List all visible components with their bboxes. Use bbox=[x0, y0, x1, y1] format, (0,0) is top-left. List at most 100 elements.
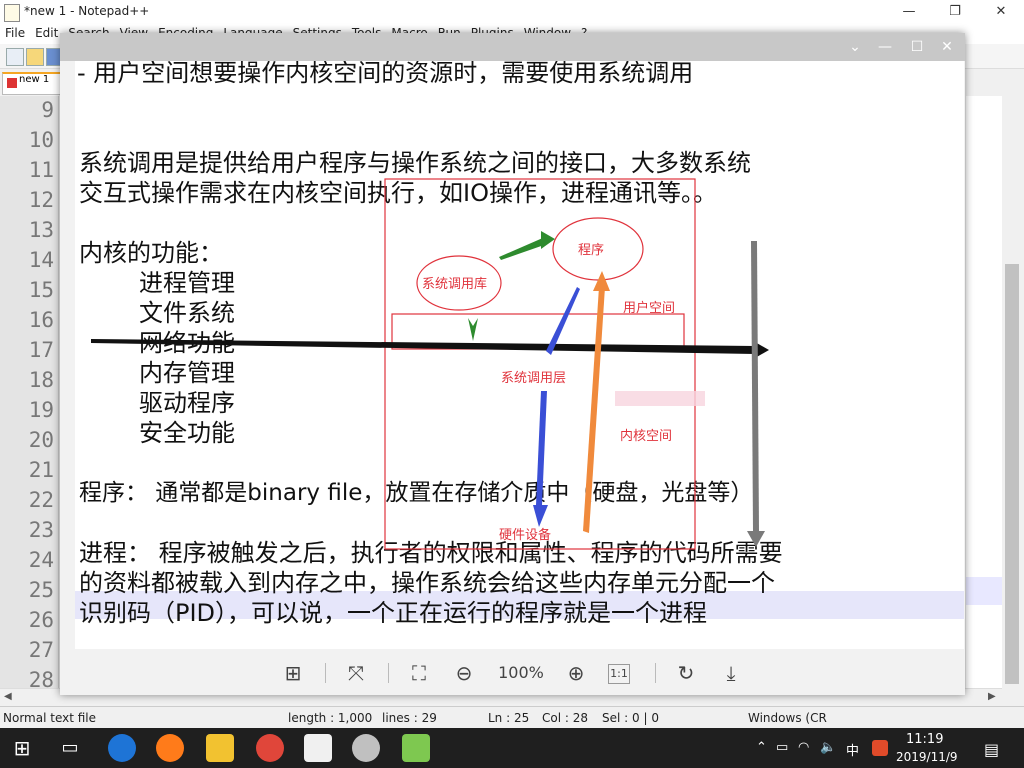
minimize-button[interactable]: — bbox=[886, 2, 932, 22]
status-ln: Ln : 25 bbox=[488, 711, 530, 725]
viewer-titlebar: ⌄ — ☐ ✕ bbox=[60, 33, 965, 61]
gray-arrow-down bbox=[751, 241, 759, 531]
status-sel: Sel : 0 | 0 bbox=[602, 711, 659, 725]
collapse-button[interactable]: ⌄ bbox=[842, 37, 868, 57]
line-number: 23 bbox=[28, 518, 54, 542]
status-bar: Normal text file length : 1,000 lines : … bbox=[0, 706, 1024, 729]
line-number: 13 bbox=[28, 218, 54, 242]
orange-arrow-up bbox=[583, 287, 605, 533]
line-number-gutter: 9 10 11 12 13 14 15 16 17 18 19 20 21 22… bbox=[0, 96, 59, 688]
separator bbox=[388, 663, 389, 683]
scroll-right-icon[interactable]: ▶ bbox=[988, 691, 996, 702]
firefox-icon[interactable] bbox=[156, 734, 184, 762]
line-number: 16 bbox=[28, 308, 54, 332]
black-horizontal-arrow bbox=[91, 339, 755, 354]
line-number: 27 bbox=[28, 638, 54, 662]
gray-arrowhead bbox=[747, 531, 765, 547]
edge-icon[interactable] bbox=[108, 734, 136, 762]
actual-size-icon[interactable]: ⛶ bbox=[405, 661, 433, 685]
green-arrow-down bbox=[468, 318, 478, 341]
screenshot-image: - 用户空间想要操作内核空间的资源时，需要使用系统调用 系统调用是提供给用户程序… bbox=[75, 61, 964, 649]
notepadpp-app-icon bbox=[4, 4, 20, 22]
close-button[interactable]: ✕ bbox=[978, 2, 1024, 22]
line-number: 24 bbox=[28, 548, 54, 572]
blue-arrow-down bbox=[536, 391, 547, 505]
blurred-area bbox=[615, 391, 705, 406]
image-viewer-app-icon[interactable] bbox=[304, 734, 332, 762]
line-number: 14 bbox=[28, 248, 54, 272]
scroll-left-icon[interactable]: ◀ bbox=[4, 691, 12, 702]
image-viewer-window: ⌄ — ☐ ✕ - 用户空间想要操作内核空间的资源时，需要使用系统调用 系统调用… bbox=[60, 33, 965, 695]
separator bbox=[655, 663, 656, 683]
notification-icon[interactable]: ▤ bbox=[984, 740, 999, 759]
line-number: 19 bbox=[28, 398, 54, 422]
viewer-toolbar: ⊞ ⤧ ⛶ ⊖ 100% ⊕ 1:1 ↻ ⤓ bbox=[60, 649, 965, 695]
task-view-icon[interactable]: ▭ bbox=[56, 734, 84, 762]
menu-edit[interactable]: Edit bbox=[30, 24, 63, 42]
line-number: 18 bbox=[28, 368, 54, 392]
separator bbox=[325, 663, 326, 683]
orange-arrowhead bbox=[593, 271, 610, 291]
volume-icon[interactable]: 🔈 bbox=[820, 740, 836, 755]
line-number: 11 bbox=[28, 158, 54, 182]
fit-window-icon[interactable]: ⤧ bbox=[342, 661, 370, 685]
notepadpp-titlebar: *new 1 - Notepad++ — ❐ ✕ bbox=[0, 0, 1024, 24]
tab-modified-icon bbox=[7, 78, 17, 88]
menu-file[interactable]: File bbox=[0, 24, 30, 42]
status-col: Col : 28 bbox=[542, 711, 588, 725]
viewer-minimize-button[interactable]: — bbox=[872, 37, 898, 57]
zoom-out-icon[interactable]: ⊖ bbox=[450, 661, 478, 685]
viewer-maximize-button[interactable]: ☐ bbox=[904, 37, 930, 57]
status-lines: lines : 29 bbox=[382, 711, 437, 725]
label-user-space: 用户空间 bbox=[623, 301, 676, 316]
line-number: 12 bbox=[28, 188, 54, 212]
line-number: 26 bbox=[28, 608, 54, 632]
disc-app-icon[interactable] bbox=[352, 734, 380, 762]
network-icon[interactable]: ▭ bbox=[776, 740, 788, 755]
current-line-highlight bbox=[966, 577, 1002, 605]
taskbar: ⊞ ▭ ⌃ ▭ ◠ 🔈 中 11:19 2019/11/9 ▤ bbox=[0, 728, 1024, 768]
tray-arrow-icon[interactable]: ⌃ bbox=[756, 740, 767, 755]
start-button-icon[interactable]: ⊞ bbox=[8, 734, 36, 762]
rotate-icon[interactable]: ↻ bbox=[672, 661, 700, 685]
zoom-level: 100% bbox=[498, 663, 544, 682]
label-syscall-layer: 系统调用层 bbox=[501, 371, 567, 386]
annotation-layer bbox=[91, 178, 769, 550]
label-syscall-lib: 系统调用库 bbox=[422, 277, 488, 292]
new-file-icon[interactable] bbox=[6, 48, 24, 66]
tab-new-1[interactable]: new 1 bbox=[2, 72, 64, 95]
status-eol: Windows (CR bbox=[748, 711, 827, 725]
wifi-icon[interactable]: ◠ bbox=[798, 740, 809, 755]
file-explorer-icon[interactable] bbox=[206, 734, 234, 762]
clock-time[interactable]: 11:19 bbox=[906, 732, 943, 747]
label-kernel-space: 内核空间 bbox=[620, 429, 673, 444]
ime-indicator[interactable]: 中 bbox=[846, 740, 859, 759]
sogou-icon[interactable] bbox=[872, 740, 888, 756]
label-hardware: 硬件设备 bbox=[499, 528, 552, 543]
vertical-scrollbar[interactable] bbox=[1002, 96, 1022, 688]
viewer-close-button[interactable]: ✕ bbox=[934, 37, 960, 57]
line-number: 21 bbox=[28, 458, 54, 482]
line-number: 15 bbox=[28, 278, 54, 302]
clock-date[interactable]: 2019/11/9 bbox=[896, 750, 958, 764]
download-icon[interactable]: ⤓ bbox=[717, 661, 745, 685]
line-number: 28 bbox=[28, 668, 54, 688]
tab-label: new 1 bbox=[19, 74, 50, 85]
line-number: 10 bbox=[28, 128, 54, 152]
green-arrow-to-program bbox=[499, 237, 547, 260]
one-to-one-icon[interactable]: 1:1 bbox=[608, 664, 630, 684]
browser-swirl-icon[interactable] bbox=[256, 734, 284, 762]
status-filetype: Normal text file bbox=[3, 711, 97, 725]
scrollbar-thumb[interactable] bbox=[1005, 264, 1019, 684]
line-number: 20 bbox=[28, 428, 54, 452]
label-program: 程序 bbox=[578, 243, 605, 258]
line-number: 17 bbox=[28, 338, 54, 362]
layout-icon[interactable]: ⊞ bbox=[279, 661, 307, 685]
line-number: 25 bbox=[28, 578, 54, 602]
notepadpp-taskbar-icon[interactable] bbox=[402, 734, 430, 762]
line-number: 22 bbox=[28, 488, 54, 512]
open-file-icon[interactable] bbox=[26, 48, 44, 66]
line-number: 9 bbox=[41, 98, 54, 122]
maximize-button[interactable]: ❐ bbox=[932, 2, 978, 22]
zoom-in-icon[interactable]: ⊕ bbox=[562, 661, 590, 685]
